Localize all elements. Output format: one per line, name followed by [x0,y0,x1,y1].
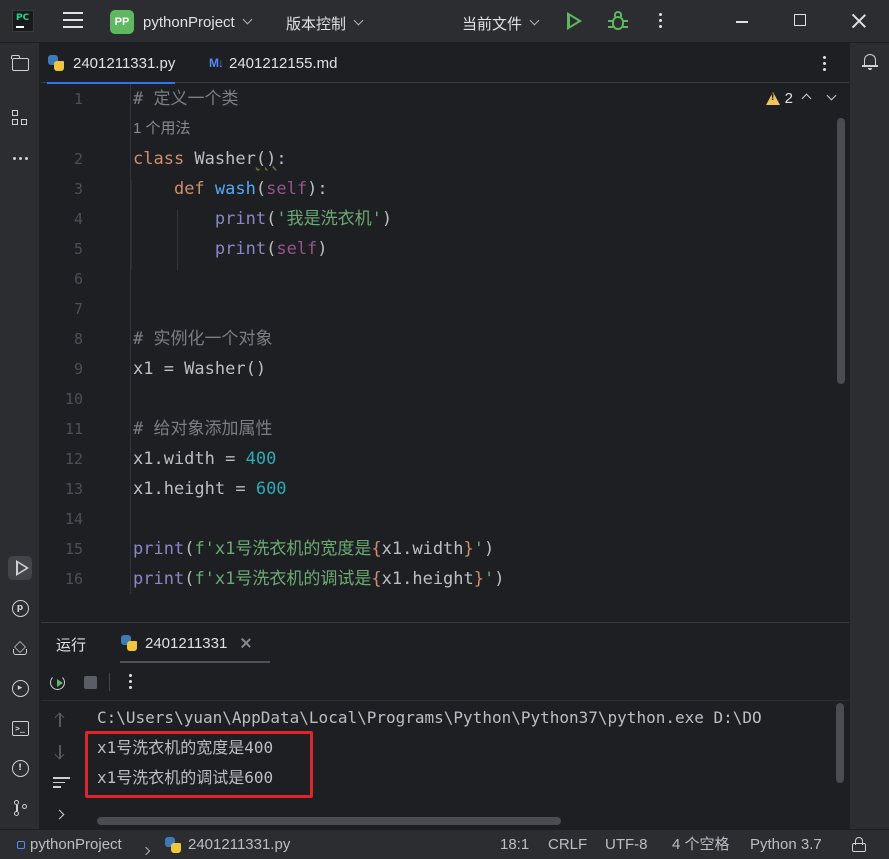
python-console-icon[interactable]: p [8,596,32,620]
chevron-right-icon[interactable] [54,809,65,820]
tab-label: 2401211331.py [73,54,176,72]
project-name: pythonProject [143,13,235,31]
git-icon[interactable] [8,796,32,820]
layers-icon[interactable] [8,636,32,660]
python-file-icon [120,634,138,652]
console-vertical-scrollbar[interactable] [836,703,844,783]
rerun-icon[interactable] [50,675,65,690]
run-tab-2401211331[interactable]: 2401211331 [120,623,270,663]
close-window-button[interactable] [851,13,867,29]
code-line: print(f'x1号洗衣机的调试是{x1.height}') [133,569,505,589]
run-tab-label: 2401211331 [145,634,228,652]
markdown-file-icon: M↓ [209,56,224,70]
terminal-icon[interactable]: >_ [8,716,32,740]
line-separator[interactable]: CRLF [548,836,587,854]
more-actions-icon[interactable] [129,674,133,692]
project-badge: PP [110,10,134,34]
chevron-down-icon [529,15,540,26]
problems-icon[interactable]: ! [8,756,32,780]
breadcrumb-file[interactable]: 2401211331.py [164,836,290,854]
code-line: class Washer(): [133,149,287,169]
console-horizontal-scrollbar[interactable] [97,817,561,825]
minimize-button[interactable] [736,21,748,23]
tab-2401212155-md[interactable]: M↓ 2401212155.md [209,43,337,83]
console-line: C:\Users\yuan\AppData\Local\Programs\Pyt… [97,708,762,727]
file-encoding[interactable]: UTF-8 [605,836,648,854]
code-line: print(self) [214,239,328,259]
project-switcher[interactable]: PP pythonProject [110,9,253,35]
title-bar: PC PP pythonProject 版本控制 当前文件 [0,0,889,43]
chevron-down-icon [242,14,253,24]
code-line: print('我是洗衣机') [214,209,393,229]
structure-icon[interactable] [8,106,32,130]
code-line: # 实例化一个对象 [133,329,273,349]
tab-options-icon[interactable] [823,56,827,74]
more-actions-icon[interactable] [659,13,663,31]
project-folder-icon[interactable] [8,52,32,76]
chevron-down-icon [353,15,364,26]
notifications-icon[interactable] [862,53,878,70]
status-bar: pythonProject 2401211331.py 18:1 CRLF UT… [0,829,889,859]
more-tools-icon[interactable] [8,146,32,170]
code-line: x1.width = 400 [133,449,277,469]
vcs-menu[interactable]: 版本控制 [286,13,364,34]
close-icon[interactable] [241,638,251,648]
lock-icon[interactable] [852,837,866,852]
code-line: print(f'x1号洗衣机的宽度是{x1.width}') [133,539,495,559]
editor-scrollbar[interactable] [837,118,845,384]
services-icon[interactable]: ▸ [8,676,32,700]
code-line: # 给对象添加属性 [133,419,273,439]
run-icon[interactable] [567,12,582,30]
module-icon [17,841,25,849]
python-file-icon [164,836,182,854]
scroll-down-icon[interactable] [55,745,65,759]
maximize-button[interactable] [794,14,806,26]
soft-wrap-icon[interactable] [53,777,70,789]
run-toolbar [41,663,849,701]
run-panel-title: 运行 [56,637,87,654]
stop-icon[interactable] [84,676,97,689]
python-file-icon [47,54,65,72]
code-line: # 定义一个类 [133,89,239,109]
run-tool-icon[interactable] [8,556,32,580]
editor-tab-bar: 2401211331.py M↓ 2401212155.md [41,43,849,84]
python-interpreter[interactable]: Python 3.7 [750,836,822,854]
usage-hint[interactable]: 1 个用法 [133,114,191,144]
vcs-label: 版本控制 [286,16,347,33]
right-tool-strip [849,43,889,829]
pycharm-logo-icon: PC [12,10,34,32]
output-highlight-box [85,731,313,798]
left-tool-strip: p ▸ >_ ! [0,43,40,829]
scroll-up-icon[interactable] [55,713,65,727]
tab-2401211331-py[interactable]: 2401211331.py [47,43,176,84]
run-config-label: 当前文件 [462,16,523,33]
main-menu-icon[interactable] [63,12,83,30]
code-line: x1 = Washer() [133,359,267,379]
run-tool-window: 运行 2401211331 C:\Users\yuan\AppData\Loca… [41,622,849,829]
caret-position[interactable]: 18:1 [500,836,529,854]
panel-divider [41,594,849,622]
breadcrumb-project[interactable]: pythonProject [17,836,122,854]
tab-label: 2401212155.md [229,54,338,72]
code-editor[interactable]: 2 1# 定义一个类 1 个用法 2class Washer(): 3 def … [41,84,849,594]
indent-setting[interactable]: 4 个空格 [672,836,730,854]
breadcrumb-separator [141,841,151,859]
code-line: def wash(self): [173,179,328,199]
code-line: x1.height = 600 [133,479,287,499]
run-tab-bar: 运行 2401211331 [41,623,849,663]
console-side-toolbar [41,701,81,830]
run-config-selector[interactable]: 当前文件 [462,13,540,34]
debug-icon[interactable] [608,10,628,32]
